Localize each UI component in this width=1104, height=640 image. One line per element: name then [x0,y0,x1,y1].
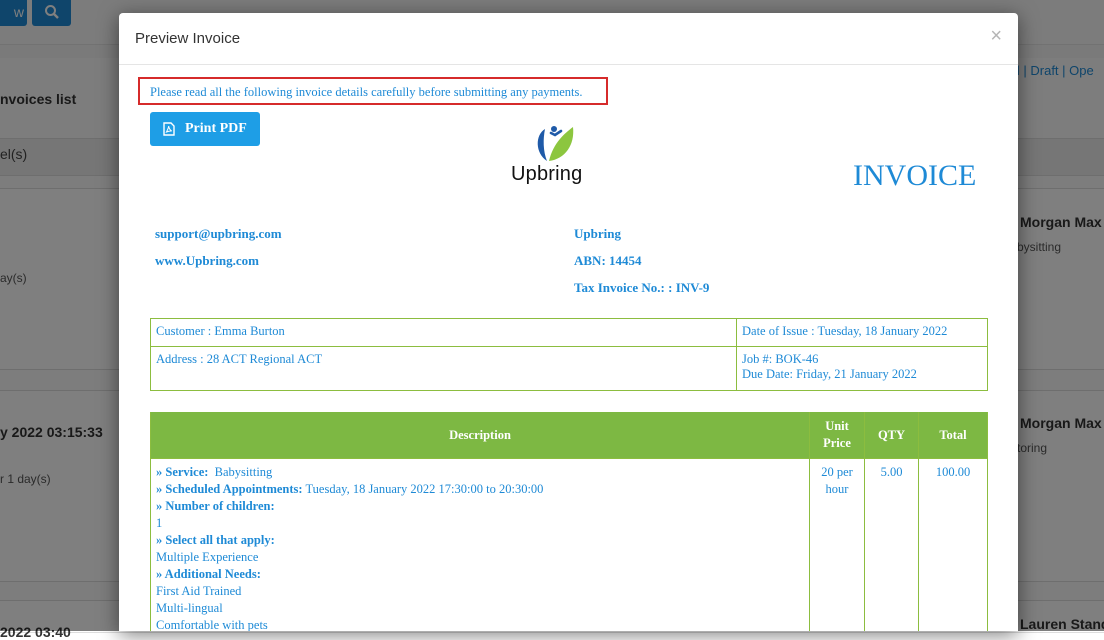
company-logo: Upbring [511,119,595,199]
job-number: Job #: BOK-46 [742,352,819,366]
header-total: Total [918,412,988,459]
select-value: Multiple Experience [156,550,259,564]
due-date: Due Date: Friday, 21 January 2022 [742,367,917,381]
list-item: Comfortable with pets [156,618,268,631]
customer-details-table: Customer : Emma Burton Date of Issue : T… [150,318,988,391]
support-email[interactable]: support@upbring.com [155,226,282,242]
needs-label: » Additional Needs: [156,567,261,581]
header-unit-price: Unit Price [809,412,865,459]
table-row: » Service: Babysitting » Scheduled Appoi… [150,458,988,631]
header-qty: QTY [864,412,919,459]
close-icon[interactable]: × [990,26,1002,46]
website-link[interactable]: www.Upbring.com [155,253,259,269]
date-of-issue: Date of Issue : Tuesday, 18 January 2022 [736,318,988,347]
service-label: » Service: [156,465,209,479]
modal-title: Preview Invoice [135,30,241,47]
payment-notice-text: Please read all the following invoice de… [150,85,583,99]
logo-text: Upbring [511,163,583,185]
item-description: » Service: Babysitting » Scheduled Appoi… [150,458,810,631]
appointments-value: Tuesday, 18 January 2022 17:30:00 to 20:… [305,482,544,496]
select-label: » Select all that apply: [156,533,275,547]
upbring-logo-icon [537,126,574,161]
list-item: First Aid Trained [156,584,242,598]
tax-invoice-number: Tax Invoice No.: : INV-9 [574,280,710,295]
abn-number: ABN: 14454 [574,253,642,268]
customer-name: Customer : Emma Burton [150,318,737,347]
invoice-items-table: Description Unit Price QTY Total » Servi… [150,412,988,631]
print-pdf-label: Print PDF [185,121,247,136]
job-details: Job #: BOK-46 Due Date: Friday, 21 Janua… [736,346,988,391]
preview-invoice-modal: Preview Invoice × Please read all the fo… [119,13,1018,631]
company-name: Upbring [574,226,621,241]
invoice-heading: INVOICE [853,159,977,192]
payment-notice: Please read all the following invoice de… [138,77,608,105]
print-pdf-button[interactable]: Print PDF [150,112,260,146]
customer-address: Address : 28 ACT Regional ACT [150,346,737,391]
service-value: Babysitting [214,465,273,479]
item-qty: 5.00 [864,458,919,631]
item-unit-price: 20 per hour [809,458,865,631]
item-total: 100.00 [918,458,988,631]
pdf-file-icon [163,122,175,136]
children-value: 1 [156,516,163,530]
list-item: Multi-lingual [156,601,223,615]
appointments-label: » Scheduled Appointments: [156,482,303,496]
header-description: Description [150,412,810,459]
modal-header: Preview Invoice × [119,13,1018,65]
children-label: » Number of children: [156,499,275,513]
